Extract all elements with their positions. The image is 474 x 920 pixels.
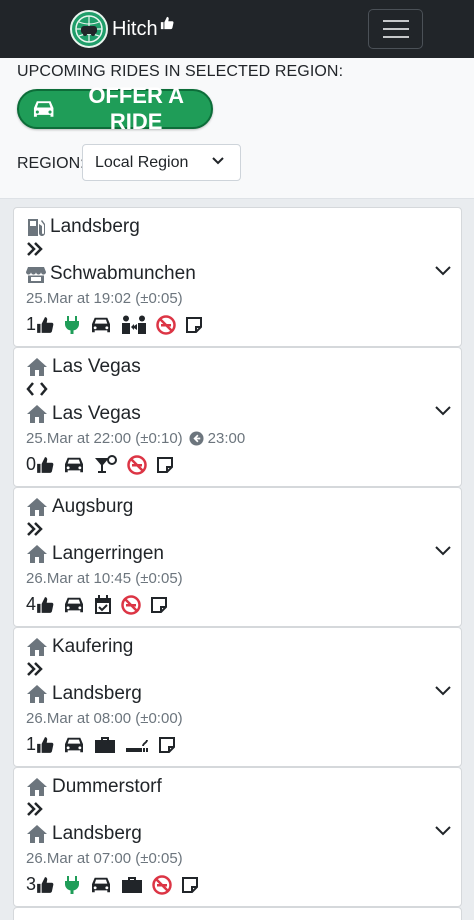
ride-card[interactable]: Dummerstorf Landsberg 26.Mar at 07:00 (±… xyxy=(13,767,462,907)
angle-double-right-icon xyxy=(27,662,43,676)
car-icon xyxy=(92,317,111,332)
thumbs-up-icon xyxy=(160,16,174,35)
hamburger-icon xyxy=(382,20,409,22)
chevron-down-icon[interactable] xyxy=(435,826,451,836)
chevron-down-icon[interactable] xyxy=(435,546,451,556)
home-icon xyxy=(27,778,47,796)
ride-origin: Landsberg xyxy=(50,216,140,237)
ride-features: 1 xyxy=(26,314,212,335)
ride-destination: Landsberg xyxy=(52,823,142,844)
home-icon xyxy=(27,685,47,703)
ride-destination: Schwabmunchen xyxy=(50,263,196,284)
thumbs-up-icon xyxy=(37,456,54,473)
ride-origin: Dummerstorf xyxy=(52,776,162,797)
store-icon xyxy=(26,267,46,283)
note-icon xyxy=(157,456,174,473)
ride-time: 26.Mar at 10:45 (±0:05) xyxy=(26,570,183,587)
home-icon xyxy=(27,545,47,563)
ride-destination: Landsberg xyxy=(52,683,142,704)
plug-icon xyxy=(65,875,80,894)
ride-time: 26.Mar at 07:00 (±0:05) xyxy=(26,850,183,867)
brand-link[interactable]: Hitch xyxy=(70,10,174,48)
code-arrows-icon xyxy=(26,382,48,396)
briefcase-icon xyxy=(122,876,143,893)
home-icon xyxy=(27,358,47,376)
thumbs-up-icon xyxy=(37,316,54,333)
home-icon xyxy=(27,825,47,843)
fuel-icon xyxy=(28,219,45,236)
ride-time: 25.Mar at 19:02 (±0:05) xyxy=(26,290,183,307)
car-icon xyxy=(92,877,111,892)
ride-card[interactable]: Augsburg Langerringen 26.Mar at 10:45 (±… xyxy=(13,487,462,627)
chevron-down-icon[interactable] xyxy=(435,266,451,276)
menu-toggle-button[interactable] xyxy=(368,9,423,49)
home-icon xyxy=(27,498,47,516)
chevron-down-icon[interactable] xyxy=(435,686,451,696)
calendar-check-icon xyxy=(95,594,112,614)
hitch-logo-icon xyxy=(70,10,108,48)
cocktail-icon xyxy=(95,454,118,473)
ride-features: 1 xyxy=(26,734,185,755)
ride-card[interactable]: Las Vegas Las Vegas 25.Mar at 22:00 (±0:… xyxy=(13,347,462,487)
ride-card-partial[interactable] xyxy=(13,907,462,920)
angle-double-right-icon xyxy=(27,802,43,816)
region-label: REGION: xyxy=(17,155,85,172)
ride-destination: Las Vegas xyxy=(52,403,141,424)
angle-double-right-icon xyxy=(27,242,43,256)
seat-count: 1 xyxy=(26,314,37,334)
seat-count: 0 xyxy=(26,454,37,474)
ride-features: 3 xyxy=(26,874,208,895)
note-icon xyxy=(186,316,203,333)
thumbs-up-icon xyxy=(37,876,54,893)
navbar: Hitch xyxy=(0,0,474,58)
car-icon xyxy=(65,597,84,612)
seat-count: 1 xyxy=(26,734,37,754)
briefcase-icon xyxy=(95,736,116,753)
return-arrow-icon xyxy=(189,431,204,446)
no-smoking-icon xyxy=(127,454,147,475)
no-smoking-icon xyxy=(156,314,176,335)
people-arrows-icon xyxy=(122,315,147,334)
ride-card[interactable]: Kaufering Landsberg 26.Mar at 08:00 (±0:… xyxy=(13,627,462,767)
angle-double-right-icon xyxy=(27,522,43,536)
ride-card[interactable]: Landsberg Schwabmunchen 25.Mar at 19:02 … xyxy=(13,207,462,347)
car-icon xyxy=(33,101,54,117)
region-header: UPCOMING RIDES IN SELECTED REGION: OFFER… xyxy=(0,58,474,199)
note-icon xyxy=(151,596,168,613)
home-icon xyxy=(27,405,47,423)
ride-destination: Langerringen xyxy=(52,543,164,564)
no-smoking-icon xyxy=(152,874,172,895)
region-select-value: Local Region xyxy=(95,153,189,171)
ride-origin: Las Vegas xyxy=(52,356,141,377)
smoking-icon xyxy=(126,739,149,752)
no-smoking-icon xyxy=(121,594,141,615)
region-select[interactable]: Local Region xyxy=(82,144,241,181)
note-icon xyxy=(159,736,176,753)
ride-time: 25.Mar at 22:00 (±0:10) 23:00 xyxy=(26,430,246,447)
home-icon xyxy=(27,638,47,656)
ride-origin: Kaufering xyxy=(52,636,134,657)
car-icon xyxy=(65,737,84,752)
thumbs-up-icon xyxy=(37,736,54,753)
ride-features: 0 xyxy=(26,454,183,475)
seat-count: 3 xyxy=(26,874,37,894)
chevron-down-icon xyxy=(212,157,224,165)
chevron-down-icon[interactable] xyxy=(435,406,451,416)
brand-name: Hitch xyxy=(112,17,158,40)
thumbs-up-icon xyxy=(37,596,54,613)
seat-count: 4 xyxy=(26,594,37,614)
offer-ride-button[interactable]: OFFER A RIDE xyxy=(17,83,213,134)
page-title: UPCOMING RIDES IN SELECTED REGION: xyxy=(17,63,344,80)
ride-time: 26.Mar at 08:00 (±0:00) xyxy=(26,710,183,727)
offer-ride-label: OFFER A RIDE xyxy=(88,83,185,134)
ride-origin: Augsburg xyxy=(52,496,134,517)
car-icon xyxy=(65,457,84,472)
return-time: 23:00 xyxy=(207,430,246,447)
plug-icon xyxy=(65,315,80,334)
note-icon xyxy=(182,876,199,893)
ride-features: 4 xyxy=(26,594,177,615)
rides-list: Landsberg Schwabmunchen 25.Mar at 19:02 … xyxy=(13,207,462,920)
